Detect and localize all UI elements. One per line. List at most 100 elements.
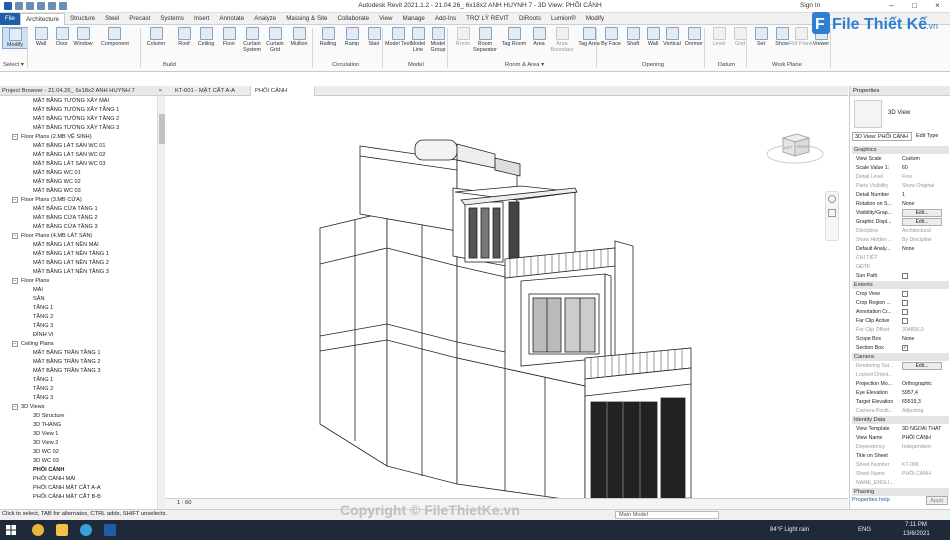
property-row[interactable]: Sun Path xyxy=(852,272,949,281)
property-row[interactable]: Projection Mo... Orthographic xyxy=(852,380,949,389)
browser-item[interactable]: ĐỈNH VI xyxy=(33,331,54,340)
browser-item[interactable]: MẶT BẰNG LÁT SÀN WC 03 xyxy=(33,160,106,169)
clock-time[interactable]: 7:11 PM xyxy=(905,522,927,528)
property-row[interactable]: Scale Value 1: 60 xyxy=(852,164,949,173)
property-row[interactable]: Section Box ✓ xyxy=(852,344,949,353)
property-section-header[interactable]: Extents xyxy=(852,281,949,289)
drawing-canvas[interactable]: LEFT FRONT xyxy=(165,96,848,503)
property-row[interactable]: Title on Sheet xyxy=(852,452,949,461)
browser-item[interactable]: 3D View 2 xyxy=(33,439,58,448)
browser-item[interactable]: 3D THANG xyxy=(33,421,61,430)
edit-button[interactable]: Edit... xyxy=(902,362,942,370)
browser-item[interactable]: TẦNG 3 xyxy=(33,322,53,331)
browser-item[interactable]: TẦNG 1 xyxy=(33,376,53,385)
expand-toggle-icon[interactable]: − xyxy=(12,278,18,284)
property-row[interactable]: Eye Elevation 5957,4 xyxy=(852,389,949,398)
property-checkbox[interactable] xyxy=(902,291,908,297)
property-section-header[interactable]: Graphics xyxy=(852,146,949,154)
browser-item[interactable]: MẶT BẰNG TƯỜNG XÂY TẦNG 1 xyxy=(33,106,119,115)
property-row[interactable]: Crop Region ... xyxy=(852,299,949,308)
undo-icon[interactable] xyxy=(37,2,45,10)
quick-access-toolbar[interactable] xyxy=(4,2,67,10)
tab-15[interactable]: DiRoots xyxy=(514,13,546,25)
browser-item[interactable]: TẦNG 2 xyxy=(33,313,53,322)
browser-item[interactable]: MẶT BẰNG WC 01 xyxy=(33,169,81,178)
language-indicator[interactable]: ENG xyxy=(858,527,871,533)
browser-item[interactable]: PHỐI CẢNH MẶT CẮT A-A xyxy=(33,484,101,493)
property-row[interactable]: Detail Level Fine xyxy=(852,173,949,182)
property-row[interactable]: View Scale Custom xyxy=(852,155,949,164)
clock-date[interactable]: 13/6/2021 xyxy=(903,531,930,537)
tab-1[interactable]: Architecture xyxy=(19,12,65,25)
ribbon-tool-11[interactable]: Mullion xyxy=(286,27,312,47)
browser-item[interactable]: 3D WC 03 xyxy=(33,457,59,466)
browser-item[interactable]: MẶT BẰNG LÁT NỀN TẦNG 1 xyxy=(33,250,109,259)
browser-item[interactable]: MẶT BẰNG LÁT SÀN WC 01 xyxy=(33,142,106,151)
ribbon-tool-22[interactable]: Area Boundary xyxy=(549,27,575,53)
ribbon-tool-14[interactable]: Stair xyxy=(361,27,387,47)
browser-item[interactable]: MẶT BẰNG CỬA TẦNG 3 xyxy=(33,223,98,232)
ribbon-tool-12[interactable]: Railing xyxy=(315,27,341,47)
property-row[interactable]: Scope Box None xyxy=(852,335,949,344)
tab-10[interactable]: Collaborate xyxy=(333,13,375,25)
browser-item[interactable]: − Floor Plans (2.MB VỆ SINH) xyxy=(12,133,92,142)
property-row[interactable]: Crop View xyxy=(852,290,949,299)
tab-13[interactable]: Add-Ins xyxy=(430,13,461,25)
apply-button[interactable]: Apply xyxy=(926,496,948,505)
expand-toggle-icon[interactable]: − xyxy=(12,233,18,239)
tab-0[interactable]: File xyxy=(0,12,20,25)
expand-toggle-icon[interactable]: − xyxy=(12,197,18,203)
ribbon-tool-20[interactable]: Tag Room xyxy=(501,27,527,47)
browser-item[interactable]: −3D Views xyxy=(12,403,45,412)
browser-item[interactable]: TẦNG 3 xyxy=(33,394,53,403)
ribbon-tool-3[interactable]: Window xyxy=(70,27,96,47)
steering-wheel-icon[interactable] xyxy=(828,195,836,203)
browser-item[interactable]: MẶT BẰNG TRẦN TẦNG 3 xyxy=(33,367,100,376)
browser-item[interactable]: − Ceiling Plans xyxy=(12,340,54,349)
browser-item[interactable]: MẶT BẰNG LÁT NỀN TẦNG 3 xyxy=(33,268,109,277)
browser-item[interactable]: PHỐI CẢNH MẶT CẮT B-B xyxy=(33,493,101,502)
navigation-bar[interactable] xyxy=(825,191,839,241)
browser-item[interactable]: − Floor Plans xyxy=(12,277,49,286)
property-row[interactable]: Graphic Displ... Edit... xyxy=(852,218,949,227)
property-checkbox[interactable] xyxy=(902,318,908,324)
property-row[interactable]: Camera Positi... Adjusting xyxy=(852,407,949,416)
browser-item[interactable]: MẶT BẰNG CỬA TẦNG 1 xyxy=(33,205,98,214)
browser-item[interactable]: MẶT BẰNG CỬA TẦNG 2 xyxy=(33,214,98,223)
browser-item[interactable]: MẶT BẰNG TRẦN TẦNG 2 xyxy=(33,358,100,367)
expand-toggle-icon[interactable]: − xyxy=(12,134,18,140)
property-row[interactable]: GĐTK xyxy=(852,263,949,272)
tab-8[interactable]: Analyze xyxy=(249,13,281,25)
property-row[interactable]: Detail Number 1 xyxy=(852,191,949,200)
workset-selector[interactable]: Main Model xyxy=(615,511,719,519)
browser-item[interactable]: SÂN xyxy=(33,295,45,304)
property-row[interactable]: Far Clip Active xyxy=(852,317,949,326)
zoom-icon[interactable] xyxy=(828,209,836,217)
browser-item[interactable]: MẶT BẰNG TƯỜNG XÂY TẦNG 3 xyxy=(33,124,119,133)
property-section-header[interactable]: Phasing xyxy=(852,488,949,496)
property-section-header[interactable]: Identity Data xyxy=(852,416,949,424)
view-type-selector[interactable]: 3D View: PHỐI CẢNH xyxy=(852,132,912,141)
browser-item[interactable]: MẶT BẰNG TRẦN TẦNG 1 xyxy=(33,349,100,358)
windows-start-icon[interactable] xyxy=(6,525,16,535)
ribbon-tool-5[interactable]: Column xyxy=(143,27,169,47)
browser-item[interactable]: − Floor Plans (3.MB CỬA) xyxy=(12,196,82,205)
browser-item[interactable]: MẶT BẰNG WC 03 xyxy=(33,187,81,196)
ribbon-tool-0[interactable]: Modify xyxy=(2,27,28,49)
view-cube[interactable]: LEFT FRONT xyxy=(765,126,825,166)
tab-2[interactable]: Structure xyxy=(65,13,100,25)
properties-help-link[interactable]: Properties help xyxy=(852,497,890,503)
ribbon-tool-10[interactable]: Curtain Grid xyxy=(262,27,288,53)
property-section-header[interactable]: Camera xyxy=(852,353,949,361)
property-row[interactable]: Rotation on S... None xyxy=(852,200,949,209)
property-checkbox[interactable] xyxy=(902,273,908,279)
tab-11[interactable]: View xyxy=(374,13,397,25)
edit-button[interactable]: Edit... xyxy=(902,218,942,226)
browser-item[interactable]: 3D View 1 xyxy=(33,430,58,439)
browser-item[interactable]: − Floor Plans (4.MB LÁT SÀN) xyxy=(12,232,92,241)
expand-toggle-icon[interactable]: − xyxy=(12,404,18,410)
property-row[interactable]: Sheet Name PHỐI CẢNH xyxy=(852,470,949,479)
property-row[interactable]: Discipline Architectural xyxy=(852,227,949,236)
property-row[interactable]: NAME_ENGLI... xyxy=(852,479,949,488)
property-row[interactable]: Sheet Number KT-006 xyxy=(852,461,949,470)
